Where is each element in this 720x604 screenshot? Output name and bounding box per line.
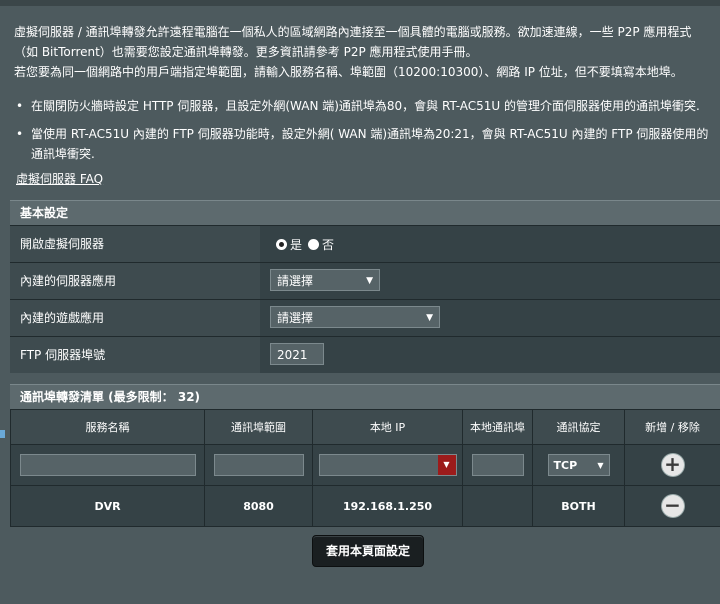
basic-settings-panel: 基本設定 開啟虛擬伺服器 是 否 內建的伺服器應用 請選擇 ▼ 內建的遊戲應用 … xyxy=(10,200,720,373)
new-entry-row: ▼ TCP ▼ + xyxy=(10,444,720,486)
dropdown-arrow-icon: ▼ xyxy=(366,276,373,286)
remove-icon[interactable]: − xyxy=(661,495,684,517)
port-forward-panel: 通訊埠轉發清單 (最多限制： 32) 服務名稱 通訊埠範圍 本地 IP 本地通訊… xyxy=(10,384,720,527)
ftp-port-row: FTP 伺服器埠號 2021 xyxy=(10,336,720,373)
game-app-label: 內建的遊戲應用 xyxy=(10,300,260,336)
radio-no-label: 否 xyxy=(322,238,335,252)
row-service: DVR xyxy=(10,485,205,527)
server-app-select[interactable]: 請選擇 ▼ xyxy=(270,269,380,291)
radio-yes[interactable] xyxy=(276,239,287,250)
port-forward-table: 服務名稱 通訊埠範圍 本地 IP 本地通訊埠 通訊協定 新增 / 移除 ▼ TC… xyxy=(10,409,720,527)
enable-virtual-server-label: 開啟虛擬伺服器 xyxy=(10,226,260,262)
port-forward-header: 通訊埠轉發清單 (最多限制： 32) xyxy=(10,384,720,409)
intro-text: 虛擬伺服器 / 通訊埠轉發允許遠程電腦在一個私人的區域網路內連接至一個具體的電腦… xyxy=(14,22,714,82)
row-local-port xyxy=(462,485,533,527)
server-app-row: 內建的伺服器應用 請選擇 ▼ xyxy=(10,262,720,299)
intro-line-2: 若您要為同一個網路中的用戶端指定埠範圍，請輸入服務名稱、埠範圍（10200:10… xyxy=(14,65,683,79)
col-service-name: 服務名稱 xyxy=(10,409,205,445)
table-header-row: 服務名稱 通訊埠範圍 本地 IP 本地通訊埠 通訊協定 新增 / 移除 xyxy=(10,409,720,445)
faq-link[interactable]: 虛擬伺服器 FAQ xyxy=(16,170,103,187)
note-item: • 在關閉防火牆時設定 HTTP 伺服器，且設定外網(WAN 端)通訊埠為80，… xyxy=(14,96,718,116)
intro-line-1: 虛擬伺服器 / 通訊埠轉發允許遠程電腦在一個私人的區域網路內連接至一個具體的電腦… xyxy=(14,25,692,59)
bullet-icon: • xyxy=(16,99,24,113)
col-local-ip: 本地 IP xyxy=(312,409,463,445)
notes-list: • 在關閉防火牆時設定 HTTP 伺服器，且設定外網(WAN 端)通訊埠為80，… xyxy=(14,96,718,172)
row-protocol: BOTH xyxy=(532,485,625,527)
local-ip-select[interactable]: ▼ xyxy=(318,454,457,476)
enable-virtual-server-row: 開啟虛擬伺服器 是 否 xyxy=(10,225,720,262)
table-row: DVR 8080 192.168.1.250 BOTH − xyxy=(10,485,720,527)
col-add-remove: 新增 / 移除 xyxy=(624,409,720,445)
row-port-range: 8080 xyxy=(204,485,313,527)
add-icon[interactable]: + xyxy=(661,454,684,476)
bullet-icon: • xyxy=(16,127,24,141)
basic-settings-header: 基本設定 xyxy=(10,200,720,225)
radio-no[interactable] xyxy=(308,239,320,250)
row-local-ip: 192.168.1.250 xyxy=(312,485,463,527)
local-port-input[interactable] xyxy=(471,454,524,476)
port-range-input[interactable] xyxy=(213,454,304,476)
protocol-select[interactable]: TCP ▼ xyxy=(547,454,610,476)
note-item: • 當使用 RT-AC51U 內建的 FTP 伺服器功能時，設定外網( WAN … xyxy=(14,124,718,164)
col-local-port: 本地通訊埠 xyxy=(462,409,533,445)
side-marker xyxy=(0,430,5,438)
ftp-port-input[interactable]: 2021 xyxy=(270,343,324,365)
apply-settings-button[interactable]: 套用本頁面設定 xyxy=(312,535,424,567)
ftp-port-label: FTP 伺服器埠號 xyxy=(10,337,260,373)
game-app-select[interactable]: 請選擇 ▼ xyxy=(270,306,440,328)
top-banner xyxy=(0,0,720,6)
radio-yes-label: 是 xyxy=(290,238,303,252)
service-name-input[interactable] xyxy=(19,454,196,476)
game-app-row: 內建的遊戲應用 請選擇 ▼ xyxy=(10,299,720,336)
server-app-label: 內建的伺服器應用 xyxy=(10,263,260,299)
dropdown-arrow-icon[interactable]: ▼ xyxy=(437,455,456,475)
dropdown-arrow-icon: ▼ xyxy=(597,461,604,470)
col-protocol: 通訊協定 xyxy=(532,409,625,445)
col-port-range: 通訊埠範圍 xyxy=(204,409,313,445)
dropdown-arrow-icon: ▼ xyxy=(426,313,433,323)
